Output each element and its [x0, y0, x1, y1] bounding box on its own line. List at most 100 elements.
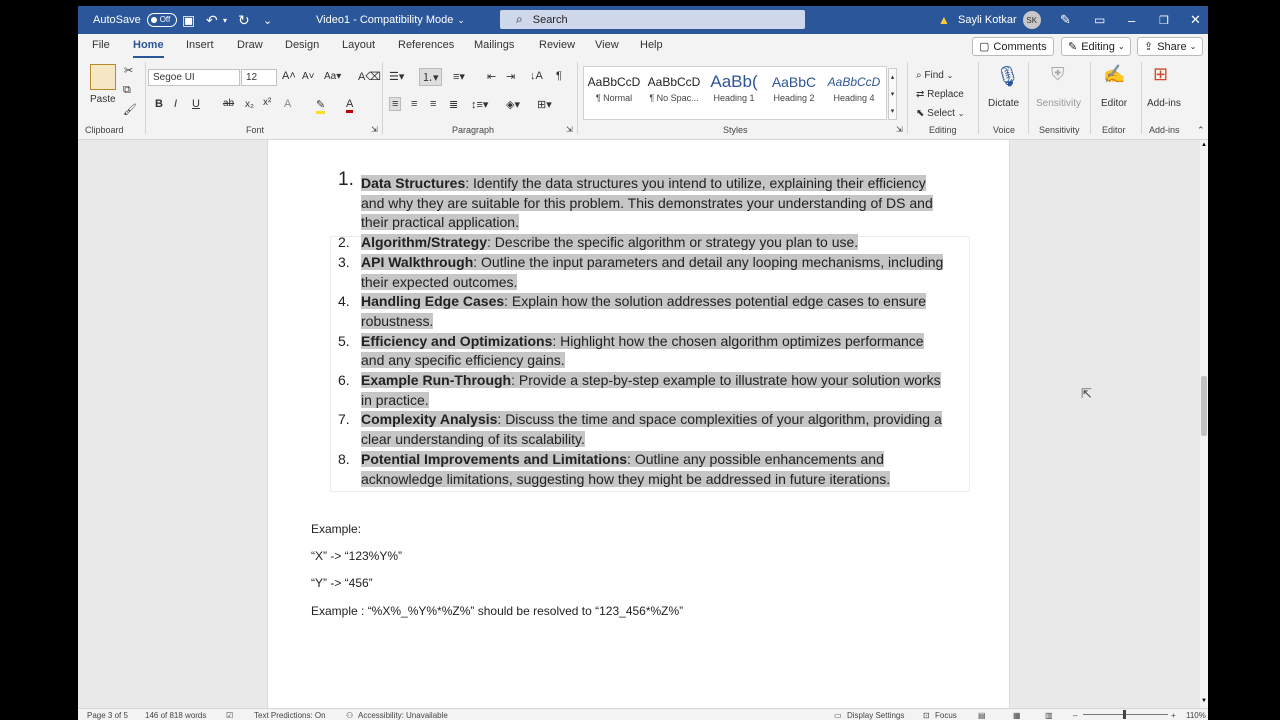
scroll-down-icon[interactable]: ▼ — [1201, 698, 1207, 704]
document-page[interactable]: 1. Data Structures: Identify the data st… — [267, 140, 1092, 720]
add-ins-icon[interactable]: ⊞ — [1153, 64, 1168, 85]
zoom-in-icon[interactable]: + — [1171, 711, 1176, 720]
list-item[interactable]: 2. Algorithm/Strategy: Describe the spec… — [328, 233, 948, 253]
highlight-color-icon[interactable]: ✎ — [316, 98, 326, 114]
borders-icon[interactable]: ⊞▾ — [537, 98, 552, 111]
autosave-control[interactable]: AutoSave Off — [93, 6, 177, 34]
font-size-select[interactable]: 12 — [241, 69, 277, 86]
vertical-scrollbar[interactable]: ▲ ▼ — [1200, 140, 1208, 708]
list-item[interactable]: 1. Data Structures: Identify the data st… — [328, 170, 948, 233]
decrease-indent-icon[interactable]: ⇤ — [487, 70, 496, 83]
paste-button[interactable]: Paste — [90, 94, 116, 105]
list-item[interactable]: 8. Potential Improvements and Limitation… — [328, 450, 948, 489]
autosave-toggle[interactable]: Off — [146, 13, 177, 27]
font-name-select[interactable]: Segoe UI — [148, 69, 240, 86]
clear-formatting-icon[interactable]: A⌫ — [358, 70, 381, 83]
save-icon[interactable]: ▣ — [182, 6, 195, 34]
document-area[interactable]: 1. Data Structures: Identify the data st… — [78, 140, 1200, 720]
microphone-icon[interactable]: 🎙 — [995, 64, 1020, 89]
tab-layout[interactable]: Layout — [342, 39, 375, 51]
customize-qat-icon[interactable]: ⌄ — [263, 6, 272, 34]
comments-button[interactable]: ▢ Comments — [972, 37, 1054, 56]
accessibility-status[interactable]: Accessibility: Unavailable — [358, 711, 448, 720]
align-right-icon[interactable]: ≡ — [430, 98, 436, 110]
justify-icon[interactable]: ≣ — [449, 98, 458, 111]
add-ins-button[interactable]: Add-ins — [1147, 98, 1181, 109]
warning-icon[interactable]: ▲ — [938, 6, 950, 34]
grow-font-icon[interactable]: A˄ — [282, 70, 296, 82]
paste-icon[interactable] — [90, 64, 116, 90]
display-settings[interactable]: Display Settings — [847, 711, 904, 720]
focus-mode[interactable]: Focus — [935, 711, 957, 720]
web-layout-icon[interactable]: ▥ — [1045, 711, 1053, 720]
sensitivity-button[interactable]: Sensitivity — [1036, 98, 1081, 109]
page-count[interactable]: Page 3 of 5 — [87, 711, 128, 720]
numbering-icon[interactable]: ⒈▾ — [419, 68, 442, 86]
sensitivity-icon[interactable]: ⛨ — [1051, 64, 1065, 85]
select-button[interactable]: ⬉ Select ⌄ — [916, 108, 964, 119]
list-item[interactable]: 3. API Walkthrough: Outline the input pa… — [328, 253, 948, 292]
minimize-icon[interactable]: – — [1128, 6, 1135, 34]
tab-design[interactable]: Design — [285, 39, 319, 51]
change-case-icon[interactable]: Aa▾ — [324, 71, 341, 82]
undo-dropdown-icon[interactable]: ▾ — [223, 6, 227, 34]
style-heading-4[interactable]: AaBbCcD Heading 4 — [824, 71, 884, 103]
shading-icon[interactable]: ◈▾ — [506, 98, 520, 111]
editor-button[interactable]: Editor — [1101, 98, 1127, 109]
style-heading-2[interactable]: AaBbC Heading 2 — [764, 71, 824, 103]
style-normal[interactable]: AaBbCcD ¶ Normal — [584, 71, 644, 103]
copy-icon[interactable]: ⧉ — [123, 84, 131, 97]
bullets-icon[interactable]: ☰▾ — [389, 70, 404, 83]
zoom-slider-thumb[interactable] — [1123, 710, 1126, 719]
increase-indent-icon[interactable]: ⇥ — [506, 70, 515, 83]
tab-help[interactable]: Help — [640, 39, 663, 51]
multilevel-list-icon[interactable]: ≡▾ — [453, 70, 465, 83]
pilcrow-icon[interactable]: ¶ — [556, 70, 562, 82]
tab-file[interactable]: File — [92, 39, 110, 51]
collapse-ribbon-icon[interactable]: ⌃ — [1197, 125, 1205, 136]
pen-icon[interactable]: ✎ — [1060, 6, 1071, 34]
italic-icon[interactable]: I — [174, 98, 177, 110]
tab-references[interactable]: References — [398, 39, 454, 51]
print-layout-icon[interactable]: ▦ — [1013, 711, 1021, 720]
font-color-icon[interactable]: A — [346, 98, 354, 113]
read-mode-icon[interactable]: ▤ — [978, 711, 986, 720]
list-item[interactable]: 7. Complexity Analysis: Discuss the time… — [328, 410, 948, 449]
sort-icon[interactable]: ↓A — [530, 70, 543, 82]
search-box[interactable]: ⌕ Search — [500, 10, 805, 29]
list-item[interactable]: 4. Handling Edge Cases: Explain how the … — [328, 292, 948, 331]
subscript-icon[interactable]: x₂ — [245, 99, 254, 110]
tab-draw[interactable]: Draw — [237, 39, 263, 51]
find-button[interactable]: ⌕ Find ⌄ — [916, 70, 953, 81]
restore-icon[interactable]: ❐ — [1159, 6, 1169, 34]
style-no-spacing[interactable]: AaBbCcD ¶ No Spac... — [644, 71, 704, 103]
styles-dialog-launcher-icon[interactable]: ⇲ — [896, 125, 903, 134]
superscript-icon[interactable]: x² — [263, 97, 271, 108]
replace-button[interactable]: ⇄ Replace — [916, 89, 964, 100]
tab-view[interactable]: View — [595, 39, 619, 51]
font-dialog-launcher-icon[interactable]: ⇲ — [371, 125, 378, 134]
example-line[interactable]: “X” -> “123%Y%” — [311, 549, 402, 563]
shrink-font-icon[interactable]: A˅ — [302, 71, 315, 82]
share-button[interactable]: ⇪ Share ⌄ — [1137, 37, 1203, 56]
tab-home[interactable]: Home — [133, 39, 164, 58]
format-painter-icon[interactable]: 🖌 — [123, 103, 137, 116]
underline-icon[interactable]: U — [192, 98, 200, 110]
editor-icon[interactable]: ✍ — [1103, 64, 1125, 85]
document-title[interactable]: Video1 - Compatibility Mode ⌄ — [316, 6, 465, 34]
example-line[interactable]: “Y” -> “456” — [311, 576, 373, 590]
tab-review[interactable]: Review — [539, 39, 575, 51]
text-effects-icon[interactable]: A — [284, 98, 291, 110]
close-icon[interactable]: ✕ — [1190, 6, 1201, 34]
dictate-button[interactable]: Dictate — [988, 98, 1019, 109]
undo-icon[interactable]: ↶ — [206, 6, 218, 34]
editing-mode-button[interactable]: ✎ Editing ⌄ — [1061, 37, 1131, 56]
example-line[interactable]: Example : “%X%_%Y%*%Z%” should be resolv… — [311, 604, 683, 618]
styles-scroll-icon[interactable]: ▴ ▾ ▾ — [888, 68, 897, 120]
paragraph-dialog-launcher-icon[interactable]: ⇲ — [566, 125, 573, 134]
align-center-icon[interactable]: ≡ — [411, 98, 417, 110]
bold-icon[interactable]: B — [155, 98, 163, 110]
cut-icon[interactable]: ✂ — [124, 64, 133, 77]
zoom-out-icon[interactable]: – — [1073, 711, 1077, 720]
align-left-icon[interactable]: ≡ — [389, 97, 402, 111]
